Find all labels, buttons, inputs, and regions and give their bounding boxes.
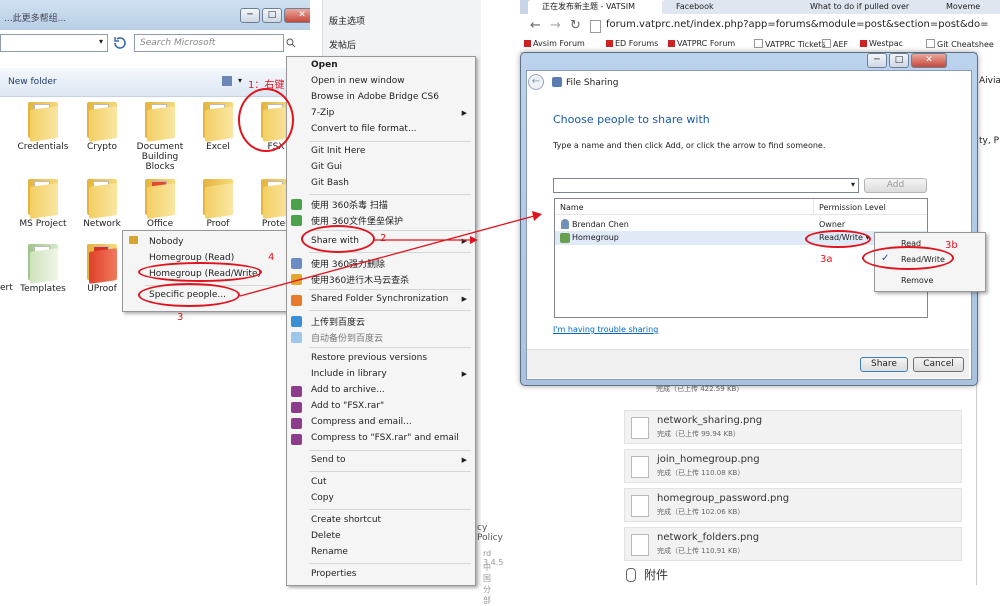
annotation-arrows [239,211,542,297]
annotation-arrowhead [470,236,478,244]
annotation-arrowhead [532,211,542,221]
annotation-arrow [239,215,535,297]
